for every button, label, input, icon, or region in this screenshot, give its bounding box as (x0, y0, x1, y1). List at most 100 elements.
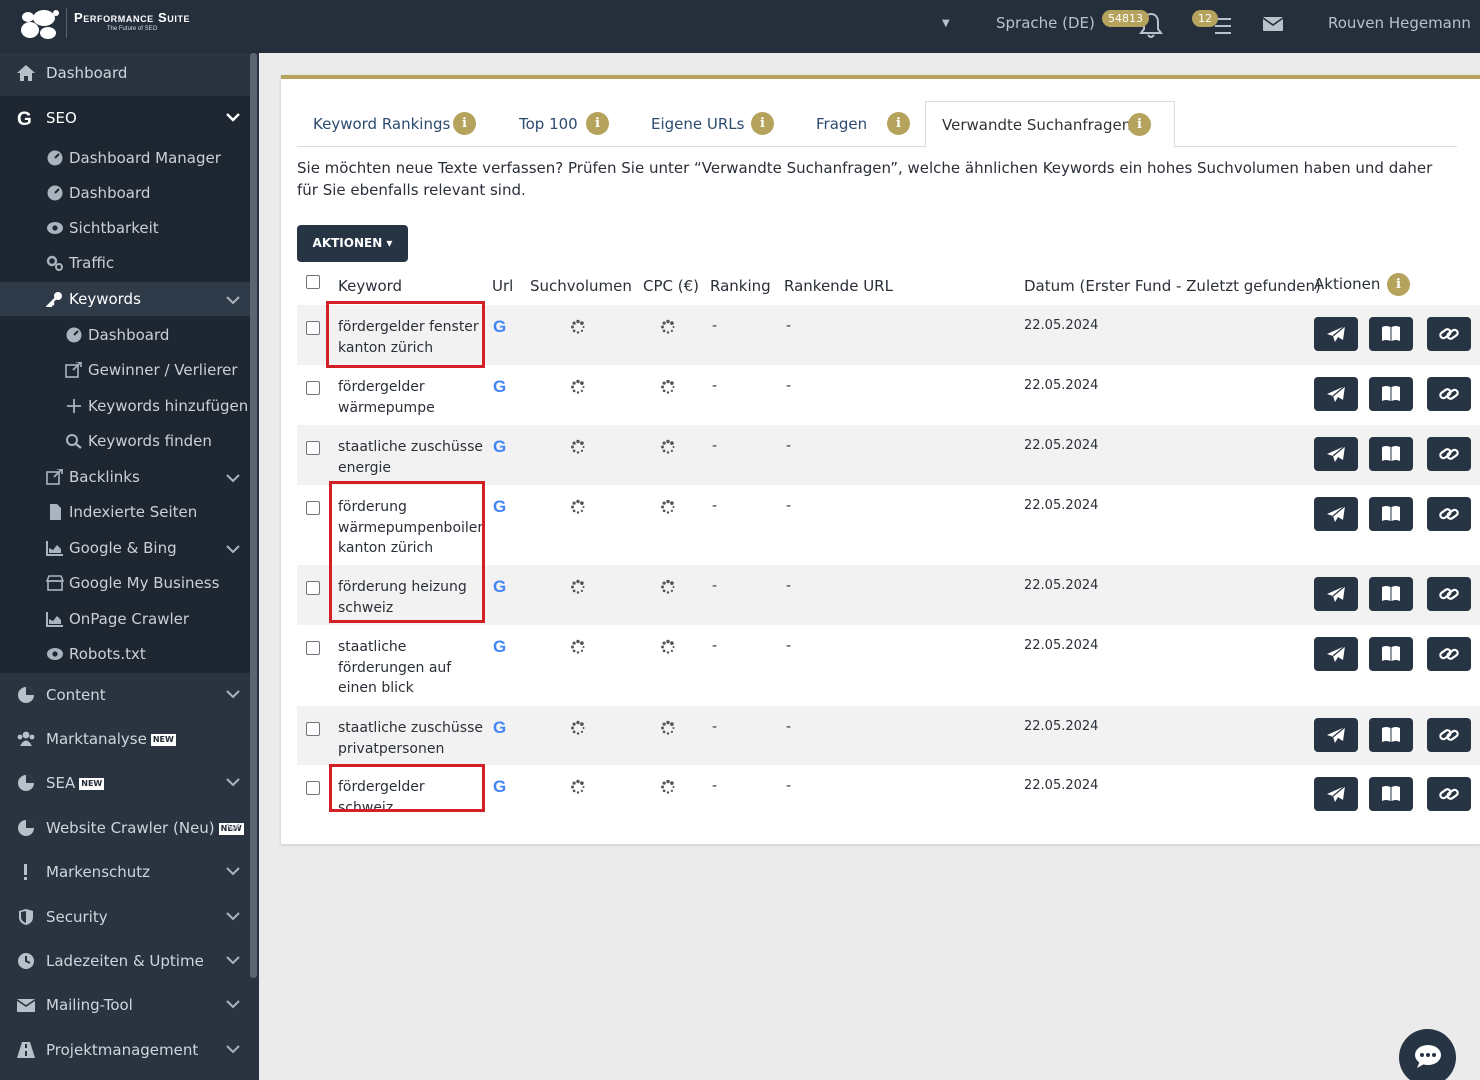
column-header-url[interactable]: Url (492, 277, 513, 295)
tab-fragen[interactable]: Fragen i (800, 101, 912, 147)
chat-button[interactable] (1399, 1029, 1456, 1080)
info-icon[interactable]: i (586, 112, 609, 135)
tab-top-100[interactable]: Top 100 i (503, 101, 615, 147)
sidebar-item-seo-dashboard[interactable]: Dashboard (0, 176, 250, 210)
google-g-icon[interactable]: G (492, 317, 510, 335)
sidebar-item-seo[interactable]: G SEO (0, 98, 250, 138)
sidebar-item-projektmanagement[interactable]: Projektmanagement (0, 1030, 250, 1070)
sidebar-item-mailing-tool[interactable]: Mailing-Tool (0, 985, 250, 1025)
info-icon[interactable]: i (1387, 273, 1410, 296)
sidebar-item-keywords-dashboard[interactable]: Dashboard (0, 318, 250, 352)
column-header-cpc[interactable]: CPC (€) (643, 277, 699, 295)
sidebar-item-keywords-finden[interactable]: Keywords finden (0, 424, 250, 458)
info-icon[interactable]: i (453, 112, 476, 135)
column-header-keyword[interactable]: Keyword (338, 277, 402, 295)
book-button[interactable] (1369, 377, 1413, 411)
send-button[interactable] (1314, 377, 1358, 411)
google-g-icon[interactable]: G (492, 437, 510, 455)
sidebar-scrollbar[interactable] (250, 53, 257, 978)
book-button[interactable] (1369, 437, 1413, 471)
sidebar-item-dashboard-manager[interactable]: Dashboard Manager (0, 141, 250, 175)
paper-plane-icon (1327, 505, 1346, 522)
send-button[interactable] (1314, 317, 1358, 351)
send-button[interactable] (1314, 718, 1358, 752)
google-g-icon[interactable]: G (492, 637, 510, 655)
brand[interactable]: Performance Suite The Future of SEO (74, 10, 190, 32)
info-icon[interactable]: i (751, 112, 774, 135)
row-checkbox[interactable] (306, 321, 320, 335)
sidebar-item-indexierte-seiten[interactable]: Indexierte Seiten (0, 495, 250, 529)
book-button[interactable] (1369, 317, 1413, 351)
tab-keyword-rankings[interactable]: Keyword Rankings i (297, 101, 485, 147)
sidebar-item-security[interactable]: Security (0, 897, 250, 937)
google-g-icon[interactable]: G (492, 718, 510, 736)
google-g-icon[interactable]: G (492, 577, 510, 595)
sidebar-item-backlinks[interactable]: Backlinks (0, 460, 250, 494)
send-button[interactable] (1314, 577, 1358, 611)
sidebar-item-keywords-hinzufuegen[interactable]: Keywords hinzufügen (0, 389, 250, 423)
column-header-suchvolumen[interactable]: Suchvolumen (530, 277, 632, 295)
sidebar-item-dashboard[interactable]: Dashboard (0, 53, 250, 93)
google-g-icon[interactable]: G (492, 777, 510, 795)
sidebar-item-sichtbarkeit[interactable]: Sichtbarkeit (0, 211, 250, 245)
google-g-icon[interactable]: G (492, 497, 510, 515)
row-checkbox[interactable] (306, 441, 320, 455)
column-header-ranking[interactable]: Ranking (710, 277, 771, 295)
sidebar-item-robots-txt[interactable]: Robots.txt (0, 637, 250, 671)
send-button[interactable] (1314, 637, 1358, 671)
row-checkbox[interactable] (306, 381, 320, 395)
aktionen-dropdown-button[interactable]: AKTIONEN ▾ (297, 225, 408, 262)
sidebar-item-gewinner-verlierer[interactable]: Gewinner / Verlierer (0, 353, 250, 387)
link-button[interactable] (1427, 637, 1471, 671)
project-dropdown-caret-icon[interactable]: ▼ (942, 18, 950, 29)
google-g-icon[interactable]: G (492, 377, 510, 395)
send-button[interactable] (1314, 437, 1358, 471)
book-button[interactable] (1369, 777, 1413, 811)
book-button[interactable] (1369, 637, 1413, 671)
row-checkbox[interactable] (306, 501, 320, 515)
sidebar-item-marktanalyse[interactable]: Marktanalyse NEW (0, 719, 250, 759)
sidebar-item-content[interactable]: Content (0, 675, 250, 715)
link-icon (1439, 448, 1459, 460)
send-button[interactable] (1314, 777, 1358, 811)
sidebar-item-google-my-business[interactable]: Google My Business (0, 566, 250, 600)
sidebar-item-markenschutz[interactable]: Markenschutz (0, 852, 250, 892)
link-button[interactable] (1427, 317, 1471, 351)
link-button[interactable] (1427, 437, 1471, 471)
row-checkbox[interactable] (306, 722, 320, 736)
plus-icon (67, 399, 81, 413)
info-icon[interactable]: i (887, 112, 910, 135)
book-button[interactable] (1369, 577, 1413, 611)
row-checkbox[interactable] (306, 641, 320, 655)
column-header-rankende-url[interactable]: Rankende URL (784, 277, 893, 295)
link-button[interactable] (1427, 377, 1471, 411)
link-button[interactable] (1427, 718, 1471, 752)
sidebar-item-google-bing[interactable]: Google & Bing (0, 531, 250, 565)
info-icon[interactable]: i (1128, 113, 1151, 136)
svg-text:G: G (493, 317, 506, 335)
book-button[interactable] (1369, 718, 1413, 752)
link-button[interactable] (1427, 577, 1471, 611)
highlight-box (326, 301, 485, 368)
send-button[interactable] (1314, 497, 1358, 531)
tab-verwandte-suchanfragen[interactable]: Verwandte Suchanfragen i (925, 101, 1175, 148)
user-menu[interactable]: Rouven Hegemann (1328, 14, 1480, 32)
link-button[interactable] (1427, 777, 1471, 811)
sidebar-item-website-crawler[interactable]: Website Crawler (Neu) NEW (0, 808, 250, 848)
tab-eigene-urls[interactable]: Eigene URLs i (635, 101, 779, 147)
sidebar-item-sea[interactable]: SEA NEW (0, 763, 250, 803)
brand-logo-icon[interactable] (16, 6, 62, 42)
select-all-checkbox[interactable] (306, 275, 320, 289)
row-checkbox[interactable] (306, 781, 320, 795)
row-checkbox[interactable] (306, 581, 320, 595)
sidebar-item-onpage-crawler[interactable]: OnPage Crawler (0, 602, 250, 636)
main-card: Keyword Rankings i Top 100 i Eigene URLs… (281, 75, 1480, 844)
column-header-datum[interactable]: Datum (Erster Fund - Zuletzt gefunden) (1024, 277, 1321, 295)
sidebar-item-traffic[interactable]: Traffic (0, 246, 250, 280)
sidebar-item-ladezeiten[interactable]: Ladezeiten & Uptime (0, 941, 250, 981)
book-button[interactable] (1369, 497, 1413, 531)
mail-icon[interactable] (1262, 15, 1284, 33)
sidebar-item-keywords[interactable]: Keywords (0, 282, 250, 316)
language-selector[interactable]: Sprache (DE) (996, 14, 1116, 32)
link-button[interactable] (1427, 497, 1471, 531)
